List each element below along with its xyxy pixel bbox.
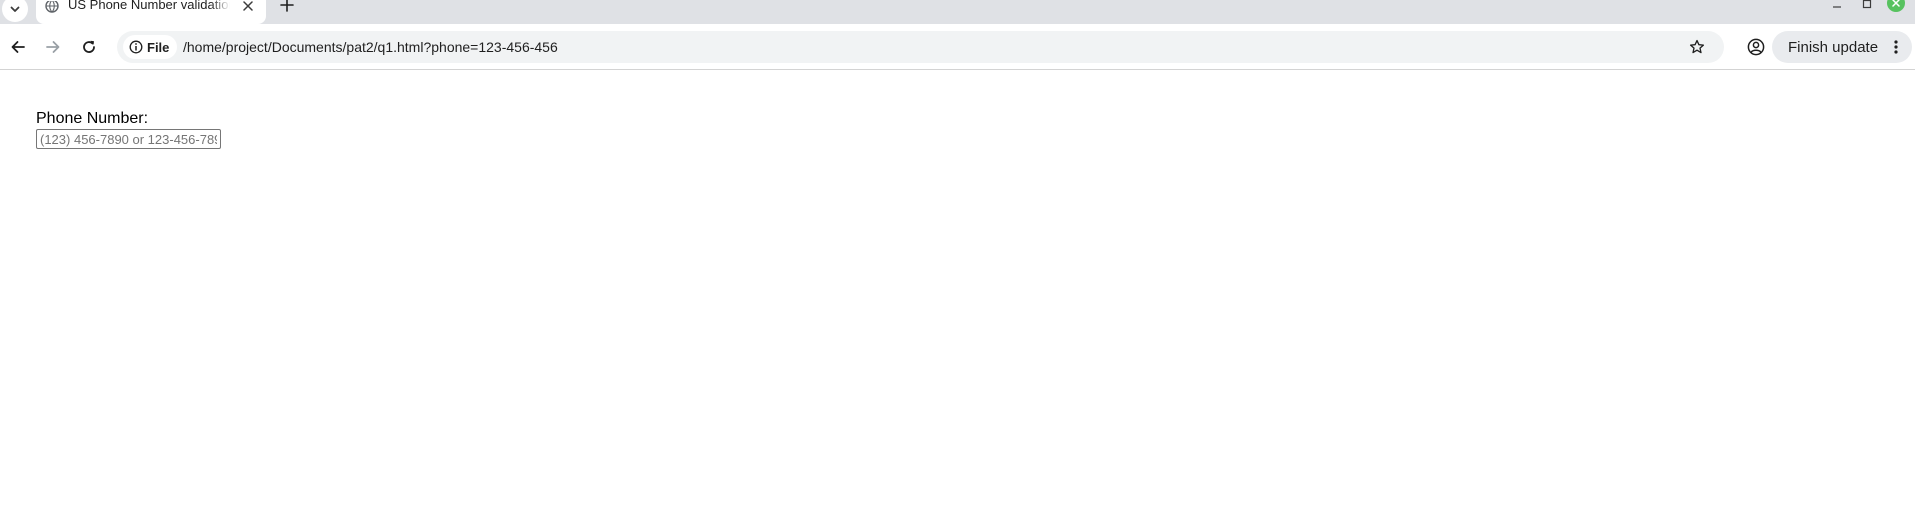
minimize-icon — [1833, 6, 1841, 8]
maximize-icon — [1862, 0, 1872, 9]
close-icon[interactable] — [240, 0, 256, 14]
site-info-chip[interactable]: File — [123, 35, 178, 59]
finish-update-label: Finish update — [1788, 39, 1879, 56]
star-icon — [1689, 39, 1705, 54]
forward-button[interactable] — [37, 31, 69, 63]
profile-button[interactable] — [1740, 31, 1772, 63]
arrow-left-icon — [11, 41, 25, 53]
phone-number-label: Phone Number: — [36, 110, 149, 127]
tab-strip: US Phone Number validation — [0, 0, 1915, 24]
new-tab-button[interactable] — [277, 0, 297, 13]
url-text[interactable]: /home/project/Documents/pat2/q1.html?pho… — [183, 39, 558, 55]
arrow-right-icon — [46, 41, 60, 53]
window-close-icon — [1887, 0, 1905, 12]
maximize-button[interactable] — [1855, 0, 1879, 12]
tab-active[interactable]: US Phone Number validation — [36, 0, 266, 24]
tab-title: US Phone Number validation — [68, 0, 230, 12]
finish-update-button[interactable]: Finish update — [1772, 31, 1912, 63]
reload-button[interactable] — [73, 31, 105, 63]
address-bar[interactable]: File /home/project/Documents/pat2/q1.htm… — [117, 31, 1724, 63]
phone-number-input[interactable] — [36, 129, 221, 149]
reload-icon — [83, 40, 95, 53]
page-content: Phone Number: — [0, 70, 1915, 520]
kebab-icon — [1888, 39, 1904, 55]
minimize-button[interactable] — [1825, 0, 1849, 12]
globe-icon — [44, 0, 60, 16]
profile-icon — [1747, 38, 1765, 56]
security-chip-label: File — [147, 39, 170, 55]
window-close-button[interactable] — [1884, 0, 1908, 12]
bookmark-button[interactable] — [1687, 37, 1707, 57]
back-button[interactable] — [2, 31, 34, 63]
browser-toolbar: File /home/project/Documents/pat2/q1.htm… — [0, 24, 1915, 70]
plus-icon — [280, 0, 294, 12]
info-icon — [129, 40, 143, 54]
chevron-down-icon — [10, 6, 20, 12]
tab-list-button[interactable] — [2, 0, 28, 22]
